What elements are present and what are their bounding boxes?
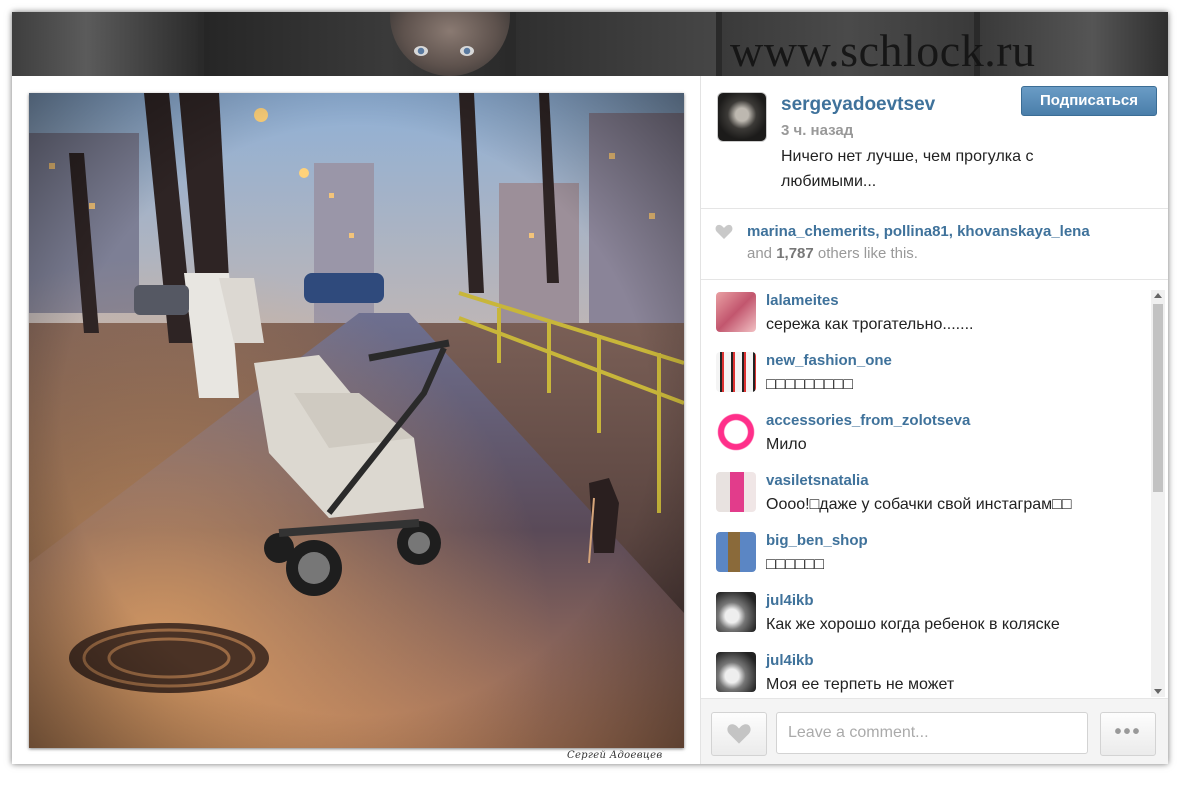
stroller-photo-illustration [29,93,684,748]
commenter-avatar[interactable] [716,652,756,692]
post-photo[interactable] [29,93,684,748]
likes-section: marina_chemerits, pollina81, khovanskaya… [701,209,1168,280]
comment-text: Оооо!□даже у собачки свой инстаграм□□ [766,496,1072,513]
background-eye [460,46,474,56]
comments-list[interactable]: lalameites сережа как трогательно.......… [701,280,1168,698]
commenter-avatar[interactable] [716,532,756,572]
background-photo[interactable] [516,12,716,76]
comment-item: lalameites сережа как трогательно....... [701,280,1151,340]
comments-scrollbar[interactable] [1151,290,1165,697]
comment-item: jul4ikb Как же хорошо когда ребенок в ко… [701,580,1151,640]
scroll-down-arrow-icon[interactable] [1154,689,1162,694]
like-button[interactable] [711,712,767,756]
comment-username[interactable]: new_fashion_one [766,352,892,369]
comment-username[interactable]: vasiletsnatalia [766,472,869,489]
browser-viewport: www.schlock.ru Сергей Адоевцев sergeyado… [12,12,1168,764]
watermark: www.schlock.ru [730,25,1036,76]
comment-text: Моя ее терпеть не может [766,676,955,693]
post-side-panel: sergeyadoevtsev 3 ч. назад Ничего нет лу… [700,76,1168,764]
likes-count-text: and 1,787 others like this. [747,245,918,262]
likes-count[interactable]: 1,787 [776,245,814,262]
comment-text: Как же хорошо когда ребенок в коляске [766,616,1060,633]
photo-signature: Сергей Адоевцев [567,750,663,761]
comment-item: big_ben_shop □□□□□□ [701,520,1151,580]
comment-item: accessories_from_zolotseva Мило [701,400,1151,460]
comment-username[interactable]: big_ben_shop [766,532,868,549]
background-feed: www.schlock.ru [12,12,1168,76]
likes-suffix: others like this. [817,245,918,262]
heart-icon [715,224,733,239]
comment-username[interactable]: accessories_from_zolotseva [766,412,970,429]
likers-names[interactable]: marina_chemerits, pollina81, khovanskaya… [747,223,1090,240]
comment-text: □□□□□□□□□ [766,376,853,393]
follow-button[interactable]: Подписаться [1021,86,1157,116]
comment-item: jul4ikb Моя ее терпеть не может [701,640,1151,698]
author-avatar[interactable] [717,92,767,142]
post-header: sergeyadoevtsev 3 ч. назад Ничего нет лу… [701,76,1168,209]
scroll-up-arrow-icon[interactable] [1154,293,1162,298]
comment-item: new_fashion_one □□□□□□□□□ [701,340,1151,400]
comment-input[interactable] [776,712,1088,754]
post-caption: Ничего нет лучше, чем прогулка с любимым… [781,148,1034,190]
commenter-avatar[interactable] [716,352,756,392]
commenter-avatar[interactable] [716,592,756,632]
comment-username[interactable]: jul4ikb [766,592,814,609]
heart-icon [727,724,751,744]
commenter-avatar[interactable] [716,292,756,332]
scrollbar-thumb[interactable] [1153,304,1163,492]
author-username[interactable]: sergeyadoevtsev [781,94,935,116]
commenter-avatar[interactable] [716,412,756,452]
post-time[interactable]: 3 ч. назад [781,122,853,139]
comment-text: □□□□□□ [766,556,824,573]
more-options-button[interactable]: ••• [1100,712,1156,756]
comment-footer: ••• [701,698,1168,764]
comment-text: сережа как трогательно....... [766,316,974,333]
commenter-avatar[interactable] [716,472,756,512]
background-eye [414,46,428,56]
comment-item: vasiletsnatalia Оооо!□даже у собачки сво… [701,460,1151,520]
likes-and-label: and [747,245,773,262]
photo-pane: Сергей Адоевцев [12,76,700,764]
photo-modal: Сергей Адоевцев sergeyadoevtsev 3 ч. наз… [12,76,1168,764]
background-photo[interactable] [12,12,198,76]
comment-username[interactable]: lalameites [766,292,839,309]
comment-text: Мило [766,436,807,453]
comment-username[interactable]: jul4ikb [766,652,814,669]
